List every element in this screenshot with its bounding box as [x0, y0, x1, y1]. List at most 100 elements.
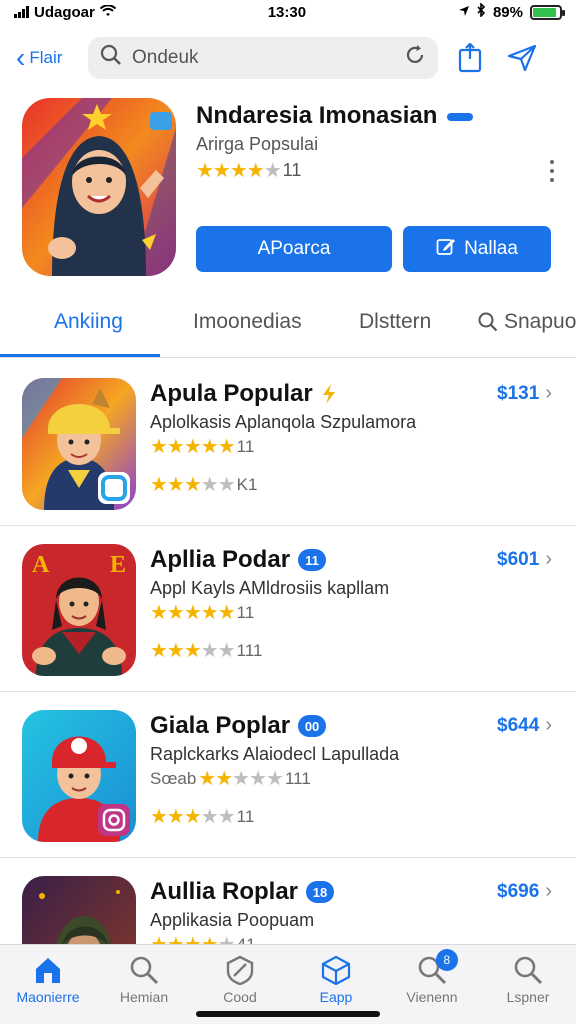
search-input[interactable]: Ondeuk	[132, 47, 394, 69]
price-label: $644	[497, 714, 540, 736]
rating-count: K1	[236, 474, 258, 494]
app-title-text: Apula Popular	[150, 380, 313, 407]
app-title-text: Giala Poplar	[150, 712, 291, 739]
app-description: Raplckarks Alaiodecl Lapullada	[150, 744, 400, 764]
more-options-icon[interactable]	[550, 160, 554, 182]
chevron-right-icon: ›	[545, 548, 552, 570]
list-item[interactable]: A E Apllia Podar 11 Appl Kayls AMldrosiis…	[0, 526, 576, 692]
app-badge: 18	[306, 881, 335, 903]
home-indicator	[196, 1011, 380, 1017]
price-label: $601	[497, 548, 540, 570]
star-rating-icon: ★★★★★	[150, 806, 236, 828]
chevron-right-icon: ›	[545, 880, 552, 902]
price-button[interactable]: $131 ›	[497, 382, 552, 405]
app-icon	[22, 710, 136, 842]
tab-ranking[interactable]: Ankiing	[54, 310, 123, 334]
featured-app: Nndaresia Imonasian Arirga Popsulai ★★★★…	[22, 98, 554, 278]
featured-app-title-text: Nndaresia Imonasian	[196, 102, 438, 129]
search-field[interactable]: Ondeuk	[88, 37, 438, 79]
active-tab-indicator	[0, 354, 160, 357]
price-button[interactable]: $644 ›	[497, 714, 552, 737]
featured-app-subtitle: Arirga Popsulai	[196, 134, 319, 154]
rating-prefix: Sœab	[150, 768, 197, 788]
app-rating: ★★★★★ 11	[150, 434, 254, 459]
price-label: $696	[497, 880, 540, 902]
app-title: Giala Poplar 00	[150, 712, 327, 740]
notification-badge: 8	[435, 949, 458, 971]
rating-count: 111	[236, 640, 263, 660]
tab-discover[interactable]: Dlsttern	[359, 310, 431, 334]
star-rating-icon: ★★★★★	[150, 602, 236, 624]
battery-icon	[530, 4, 565, 20]
star-rating-icon: ★★★★★	[198, 768, 284, 790]
tab-search[interactable]: Snapuoc	[478, 310, 576, 334]
signal-icon	[14, 6, 29, 18]
app-title-text: Aullia Roplar	[150, 878, 299, 905]
tab-label: Lspner	[506, 989, 550, 1005]
list-item[interactable]: Giala Poplar 00 Raplckarks Alaiodecl Lapu…	[0, 692, 576, 858]
verified-badge	[447, 112, 474, 121]
rating-count: 11	[236, 806, 255, 826]
rating-count: 11	[282, 160, 302, 180]
star-rating-icon: ★★★★★	[150, 474, 236, 496]
tab-lspner[interactable]: Lspner	[480, 945, 576, 1024]
app-description: Applikasia Poopuam	[150, 910, 315, 930]
price-button[interactable]: $696 ›	[497, 880, 552, 903]
search-icon	[514, 956, 543, 985]
secondary-button-label: Nallaa	[464, 238, 518, 259]
edit-icon	[436, 236, 456, 262]
back-label: Flair	[29, 48, 63, 67]
app-description: Appl Kayls AMldrosiis kapllam	[150, 578, 390, 598]
get-button-label: APoarca	[257, 238, 331, 259]
get-button[interactable]: APoarca	[196, 226, 392, 272]
tab-label: Maonierre	[16, 989, 80, 1005]
send-icon[interactable]	[502, 38, 542, 78]
location-icon	[458, 4, 470, 21]
clock: 13:30	[267, 3, 307, 21]
rating-count: 11	[236, 602, 255, 622]
rating-count: 111	[284, 768, 311, 788]
tab-home[interactable]: Maonierre	[0, 945, 96, 1024]
app-badge: 11	[298, 549, 327, 571]
app-rating: ★★★★★ 11	[150, 600, 254, 625]
chevron-left-icon: ‹	[16, 42, 26, 73]
rating-count: 11	[236, 436, 255, 456]
status-bar: Udagoar 13:30 89%	[0, 0, 576, 24]
back-button[interactable]: ‹ Flair	[16, 44, 76, 72]
chevron-right-icon: ›	[545, 714, 552, 736]
app-rating-secondary: ★★★★★ 111	[150, 638, 263, 663]
app-rating-secondary: ★★★★★ K1	[150, 472, 257, 497]
list-item[interactable]: Apula Popular Aplolkasis Aplanqola Szpul…	[0, 360, 576, 526]
secondary-action-button[interactable]: Nallaa	[403, 226, 551, 272]
tab-hemian[interactable]: Hemian	[96, 945, 192, 1024]
bolt-icon	[322, 384, 335, 404]
app-rating-secondary: ★★★★★ 11	[150, 804, 254, 829]
tab-vienenn[interactable]: 8 Vienenn	[384, 945, 480, 1024]
chevron-right-icon: ›	[545, 382, 552, 404]
refresh-icon[interactable]	[404, 44, 426, 72]
tab-label: Vienenn	[406, 989, 458, 1005]
category-tabs: Ankiing Imoonedias Dlsttern Snapuoc	[0, 300, 576, 358]
tab-search-label: Snapuoc	[504, 310, 576, 333]
featured-app-rating: ★★★★★ 11	[196, 158, 301, 183]
price-label: $131	[497, 382, 540, 404]
price-button[interactable]: $601 ›	[497, 548, 552, 571]
share-icon[interactable]	[450, 38, 490, 78]
app-icon	[22, 378, 136, 510]
star-rating-icon: ★★★★★	[150, 640, 236, 662]
svg-text:E: E	[110, 552, 126, 578]
app-title: Apllia Podar 11	[150, 546, 327, 574]
tab-indonesia[interactable]: Imoonedias	[193, 310, 302, 334]
tab-label: Eapp	[319, 989, 353, 1005]
tab-label: Hemian	[119, 989, 169, 1005]
search-icon	[130, 956, 159, 985]
star-rating-icon: ★★★★★	[150, 436, 236, 458]
svg-text:A: A	[32, 552, 50, 578]
nav-bar: ‹ Flair Ondeuk	[0, 36, 576, 80]
search-icon	[100, 44, 122, 72]
home-icon	[36, 958, 60, 983]
featured-app-title: Nndaresia Imonasian	[196, 102, 474, 130]
featured-app-icon[interactable]	[22, 98, 176, 276]
app-icon: A E	[22, 544, 136, 676]
app-title-text: Apllia Podar	[150, 546, 291, 573]
